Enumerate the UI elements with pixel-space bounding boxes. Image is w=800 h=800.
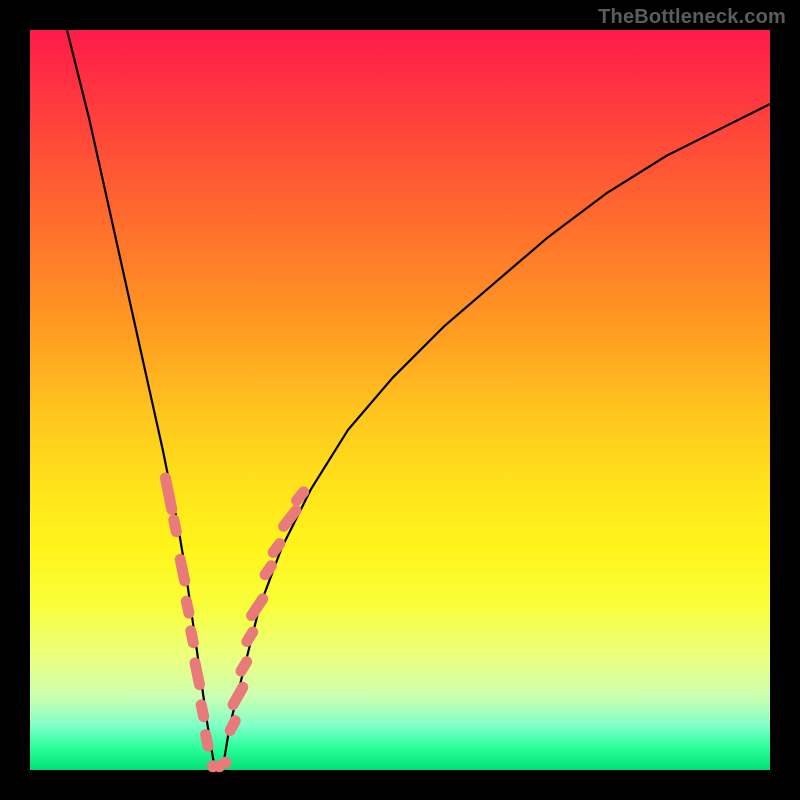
bottleneck-curve xyxy=(67,30,770,770)
curve-marker xyxy=(297,492,304,501)
curve-marker xyxy=(273,544,280,553)
curve-markers xyxy=(165,478,303,772)
curve-marker xyxy=(241,662,247,671)
curve-marker xyxy=(219,757,231,769)
curve-marker xyxy=(191,631,194,643)
chart-frame: TheBottleneck.com xyxy=(0,0,800,800)
curve-marker xyxy=(206,735,209,747)
curve-marker xyxy=(265,566,271,575)
curve-marker xyxy=(169,498,171,510)
curve-marker xyxy=(201,705,204,717)
curve-marker xyxy=(180,559,185,581)
curve-marker xyxy=(230,721,235,731)
curve-marker xyxy=(186,601,189,613)
curve-marker xyxy=(195,663,200,685)
plot-area xyxy=(30,30,770,770)
curve-marker xyxy=(233,687,243,704)
curve-svg xyxy=(30,30,770,770)
curve-marker xyxy=(252,599,263,616)
watermark-text: TheBottleneck.com xyxy=(598,6,786,29)
curve-marker xyxy=(174,520,177,532)
curve-marker xyxy=(247,632,253,641)
